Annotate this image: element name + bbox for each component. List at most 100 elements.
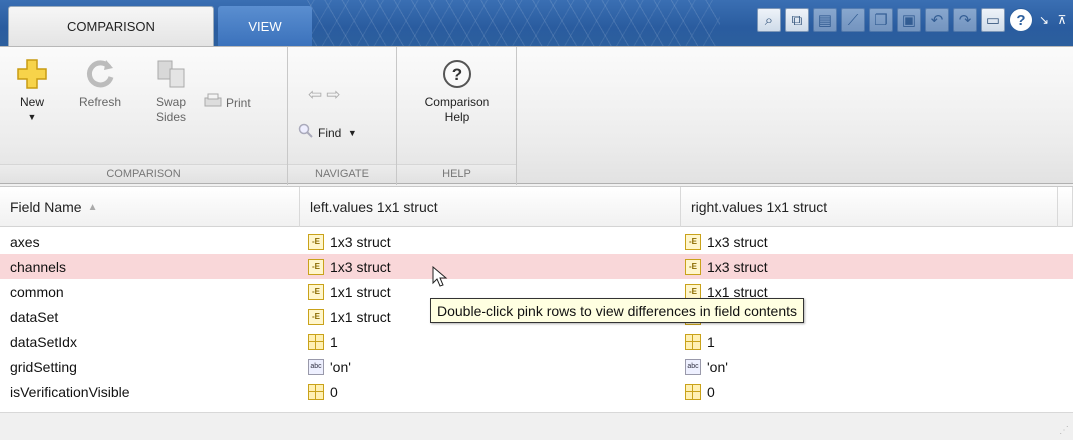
column-header-filler (1058, 187, 1073, 227)
right-value-cell: -E 1x3 struct (685, 254, 768, 279)
field-name-cell: channels (10, 258, 67, 275)
cell-value: 1x3 struct (707, 233, 768, 250)
navigate-group-label: NAVIGATE (288, 164, 396, 182)
ribbon-toolbar: New ▼ Refresh Swap Sides Print COMPARISO… (0, 46, 1073, 185)
table-row[interactable]: isVerificationVisible 0 0 (0, 379, 1073, 404)
sort-ascending-icon: ▲ (87, 201, 98, 213)
refresh-icon (83, 57, 117, 91)
field-name-cell: common (10, 283, 64, 300)
left-value-cell: abc 'on' (308, 354, 351, 379)
struct-type-icon: -E (685, 258, 701, 275)
num-type-icon (308, 383, 324, 400)
comparison-help-button[interactable]: ? Comparison Help (411, 57, 503, 125)
redo-icon[interactable]: ↷ (953, 8, 977, 32)
chevron-down-icon: ▼ (345, 127, 357, 138)
navigate-group: ⇦ ⇨ Find ▼ NAVIGATE (288, 47, 397, 185)
comparison-group-label: COMPARISON (0, 164, 287, 182)
tab-view[interactable]: VIEW (218, 6, 312, 46)
new-button-label: New (19, 95, 44, 109)
right-value-cell: -E 1x3 struct (685, 229, 768, 254)
cell-value: 'on' (330, 358, 351, 375)
find-files-icon[interactable]: ⌕ (757, 8, 781, 32)
chart-icon[interactable]: ⟋ (841, 8, 865, 32)
num-type-icon (308, 333, 324, 350)
swap-label-line1: Swap (155, 95, 187, 109)
struct-type-icon: -E (308, 258, 324, 275)
help-label-line2: Help (444, 110, 470, 124)
swap-sides-button[interactable]: Swap Sides (146, 57, 196, 125)
table-row[interactable]: axes -E 1x3 struct -E 1x3 struct (0, 229, 1073, 254)
save-icon[interactable]: ▤ (813, 8, 837, 32)
help-group: ? Comparison Help HELP (397, 47, 517, 185)
column-header-right[interactable]: right.values 1x1 struct (681, 187, 1058, 227)
help-icon: ? (440, 57, 474, 91)
left-value-cell: -E 1x1 struct (308, 279, 391, 304)
magnifier-icon (298, 123, 314, 143)
new-button[interactable]: New ▼ (10, 57, 54, 125)
refresh-button[interactable]: Refresh (72, 57, 128, 110)
tab-comparison[interactable]: COMPARISON (8, 6, 214, 46)
cell-value: 0 (707, 383, 715, 400)
swap-label-line2: Sides (155, 110, 187, 124)
cell-value: 1x1 struct (330, 283, 391, 300)
table-header: Field Name ▲ left.values 1x1 struct righ… (0, 187, 1073, 227)
comparison-tool-window: COMPARISON VIEW ⌕ ⧉ ▤ ⟋ ❐ ▣ ↶ ↷ ▭ ? ↘ ⊼ … (0, 0, 1073, 440)
char-type-icon: abc (308, 358, 324, 375)
expand-icon[interactable]: ⊼ (1055, 8, 1069, 32)
left-value-cell: -E 1x1 struct (308, 304, 391, 329)
undo-icon[interactable]: ↶ (925, 8, 949, 32)
help-icon[interactable]: ? (1009, 8, 1033, 32)
refresh-button-label: Refresh (78, 95, 122, 109)
print-button-label: Print (226, 95, 251, 110)
cell-value: 1x3 struct (330, 258, 391, 275)
cell-value: 1 (330, 333, 338, 350)
right-value-cell: abc 'on' (685, 354, 728, 379)
left-value-cell: -E 1x3 struct (308, 229, 391, 254)
struct-type-icon: -E (308, 283, 324, 300)
cell-value: 1x3 struct (330, 233, 391, 250)
swap-icon (154, 57, 188, 91)
find-button[interactable]: Find ▼ (298, 123, 394, 143)
struct-type-icon: -E (685, 233, 701, 250)
previous-difference-icon[interactable]: ⇦ (308, 86, 322, 103)
table-row[interactable]: gridSetting abc 'on' abc 'on' (0, 354, 1073, 379)
print-button[interactable]: Print (204, 93, 284, 113)
cell-value: 1x1 struct (330, 308, 391, 325)
field-name-cell: isVerificationVisible (10, 383, 130, 400)
struct-type-icon: -E (308, 308, 324, 325)
help-group-label: HELP (397, 164, 516, 182)
copy-icon[interactable]: ❐ (869, 8, 893, 32)
left-value-cell: -E 1x3 struct (308, 254, 391, 279)
field-name-cell: axes (10, 233, 40, 250)
left-value-cell: 1 (308, 329, 338, 354)
find-button-label: Find (318, 125, 342, 140)
field-name-cell: dataSetIdx (10, 333, 77, 350)
column-header-left[interactable]: left.values 1x1 struct (300, 187, 681, 227)
cell-value: 1 (707, 333, 715, 350)
status-bar: ⋰ (0, 412, 1073, 440)
chevron-down-icon: ▼ (27, 112, 37, 122)
quick-access-toolbar: ⌕ ⧉ ▤ ⟋ ❐ ▣ ↶ ↷ ▭ ? ↘ ⊼ (757, 6, 1069, 34)
plus-icon (15, 57, 49, 91)
svg-text:?: ? (452, 65, 462, 84)
paste-icon[interactable]: ▣ (897, 8, 921, 32)
column-header-field-name[interactable]: Field Name ▲ (0, 187, 300, 227)
resize-grip-icon[interactable]: ⋰ (1059, 425, 1069, 436)
char-type-icon: abc (685, 358, 701, 375)
right-value-cell: 1 (685, 329, 715, 354)
next-difference-icon[interactable]: ⇨ (326, 86, 340, 103)
printer-icon (204, 93, 222, 113)
field-name-header-label: Field Name (10, 199, 82, 215)
table-row[interactable]: dataSetIdx 1 1 (0, 329, 1073, 354)
navigate-arrows: ⇦ ⇨ (308, 86, 341, 103)
compare-icon[interactable]: ⧉ (785, 8, 809, 32)
cell-value: 1x3 struct (707, 258, 768, 275)
tooltip: Double-click pink rows to view differenc… (430, 298, 805, 323)
num-type-icon (685, 333, 701, 350)
comparison-group: New ▼ Refresh Swap Sides Print COMPARISO… (0, 47, 288, 185)
layout-icon[interactable]: ▭ (981, 8, 1005, 32)
right-value-cell: 0 (685, 379, 715, 404)
help-label-line1: Comparison (424, 95, 490, 109)
table-row[interactable]: channels -E 1x3 struct -E 1x3 struct (0, 254, 1073, 279)
minimize-ribbon-icon[interactable]: ↘ (1037, 8, 1051, 32)
